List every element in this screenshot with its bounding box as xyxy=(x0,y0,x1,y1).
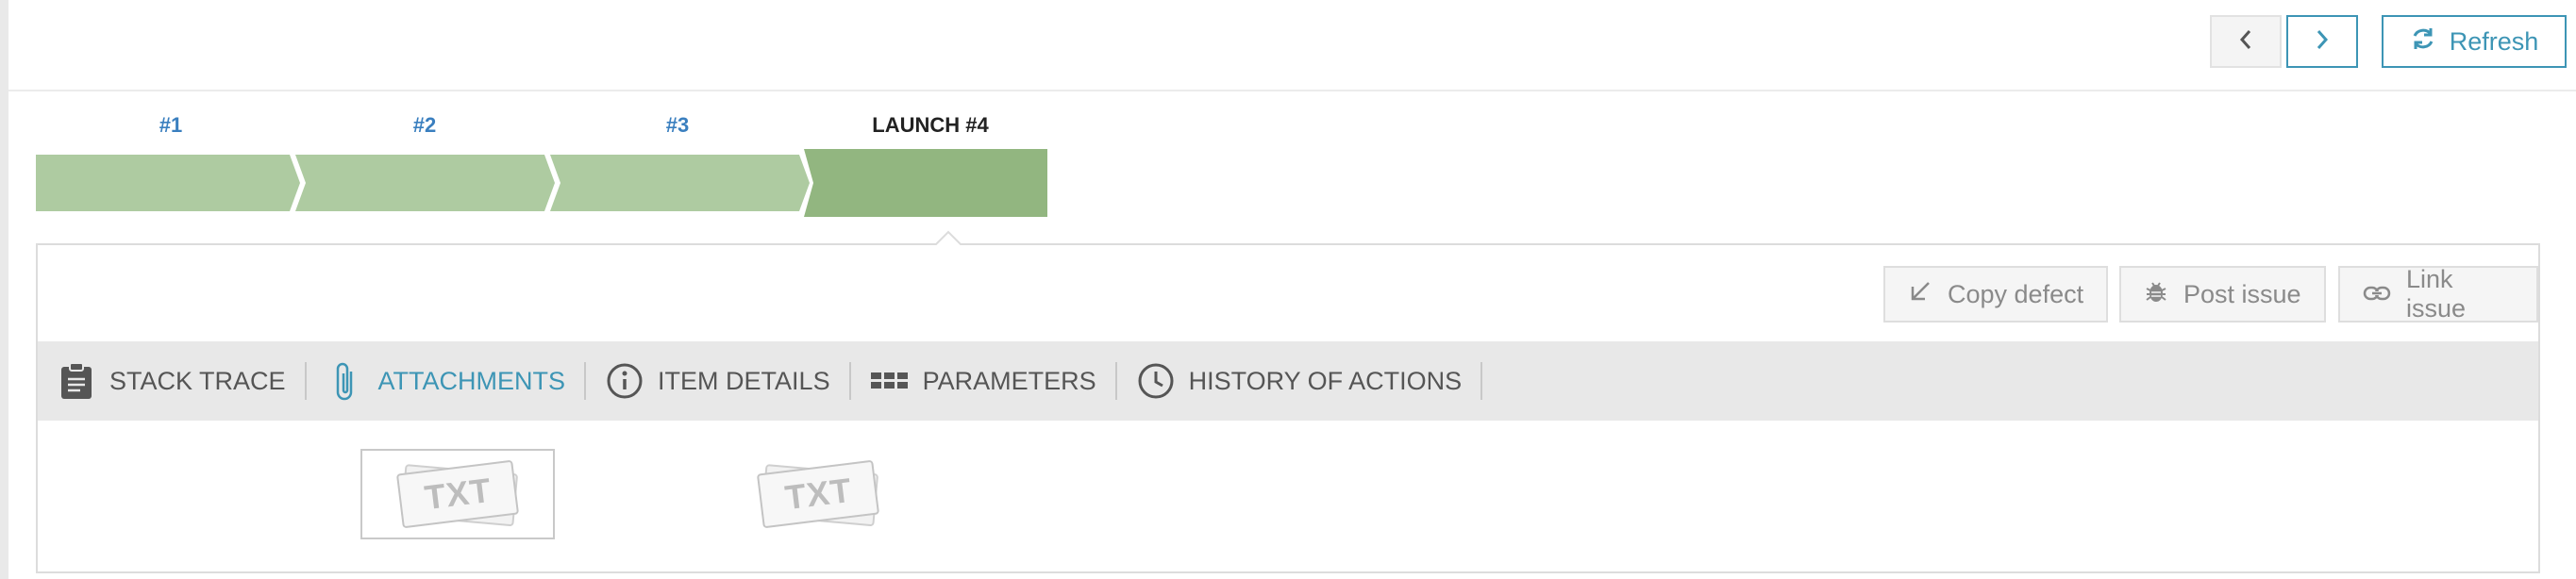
attachment-thumbnail[interactable]: TXT xyxy=(360,449,555,539)
tab-attachments-label: ATTACHMENTS xyxy=(377,366,566,395)
tab-stack-trace-label: STACK TRACE xyxy=(109,366,286,395)
paperclip-icon xyxy=(326,361,365,401)
tab-parameters-label: PARAMETERS xyxy=(922,366,1096,395)
log-item-panel: Copy defect Post issue Link issue STACK … xyxy=(36,230,2540,573)
arrow-down-left-icon xyxy=(1908,279,1932,310)
post-issue-button[interactable]: Post issue xyxy=(2119,266,2326,323)
link-issue-button[interactable]: Link issue xyxy=(2338,265,2538,323)
attachment-thumbnail[interactable]: TXT xyxy=(721,449,915,539)
link-issue-label: Link issue xyxy=(2406,265,2467,323)
tab-stack-trace[interactable]: STACK TRACE xyxy=(38,341,305,421)
copy-defect-label: Copy defect xyxy=(1948,279,2084,308)
launch-chevron-1 xyxy=(36,155,300,211)
post-issue-label: Post issue xyxy=(2183,279,2301,308)
tab-history-of-actions[interactable]: HISTORY OF ACTIONS xyxy=(1117,341,1481,421)
tab-history-of-actions-label: HISTORY OF ACTIONS xyxy=(1188,366,1463,395)
tab-item-details[interactable]: ITEM DETAILS xyxy=(586,341,849,421)
tab-item-details-label: ITEM DETAILS xyxy=(658,366,830,395)
panel-pointer xyxy=(934,230,962,247)
tab-attachments[interactable]: ATTACHMENTS xyxy=(307,341,585,421)
grid-icon xyxy=(870,361,910,401)
clock-icon xyxy=(1136,361,1176,401)
copy-defect-button[interactable]: Copy defect xyxy=(1883,266,2109,323)
link-icon xyxy=(2363,280,2391,309)
attachment-type-label: TXT xyxy=(422,470,493,518)
launch-chevron-3 xyxy=(550,155,810,211)
clipboard-icon xyxy=(57,361,96,401)
bug-icon xyxy=(2144,279,2168,310)
tab-parameters[interactable]: PARAMETERS xyxy=(851,341,1115,421)
launch-chevron-current xyxy=(804,149,1047,217)
launch-chevron-2 xyxy=(295,155,555,211)
info-icon xyxy=(605,361,644,401)
attachment-type-label: TXT xyxy=(782,470,854,518)
tab-divider xyxy=(1480,362,1483,400)
tabs-bar: STACK TRACE ATTACHMENTS ITEM DETAILS PAR… xyxy=(38,341,2538,421)
